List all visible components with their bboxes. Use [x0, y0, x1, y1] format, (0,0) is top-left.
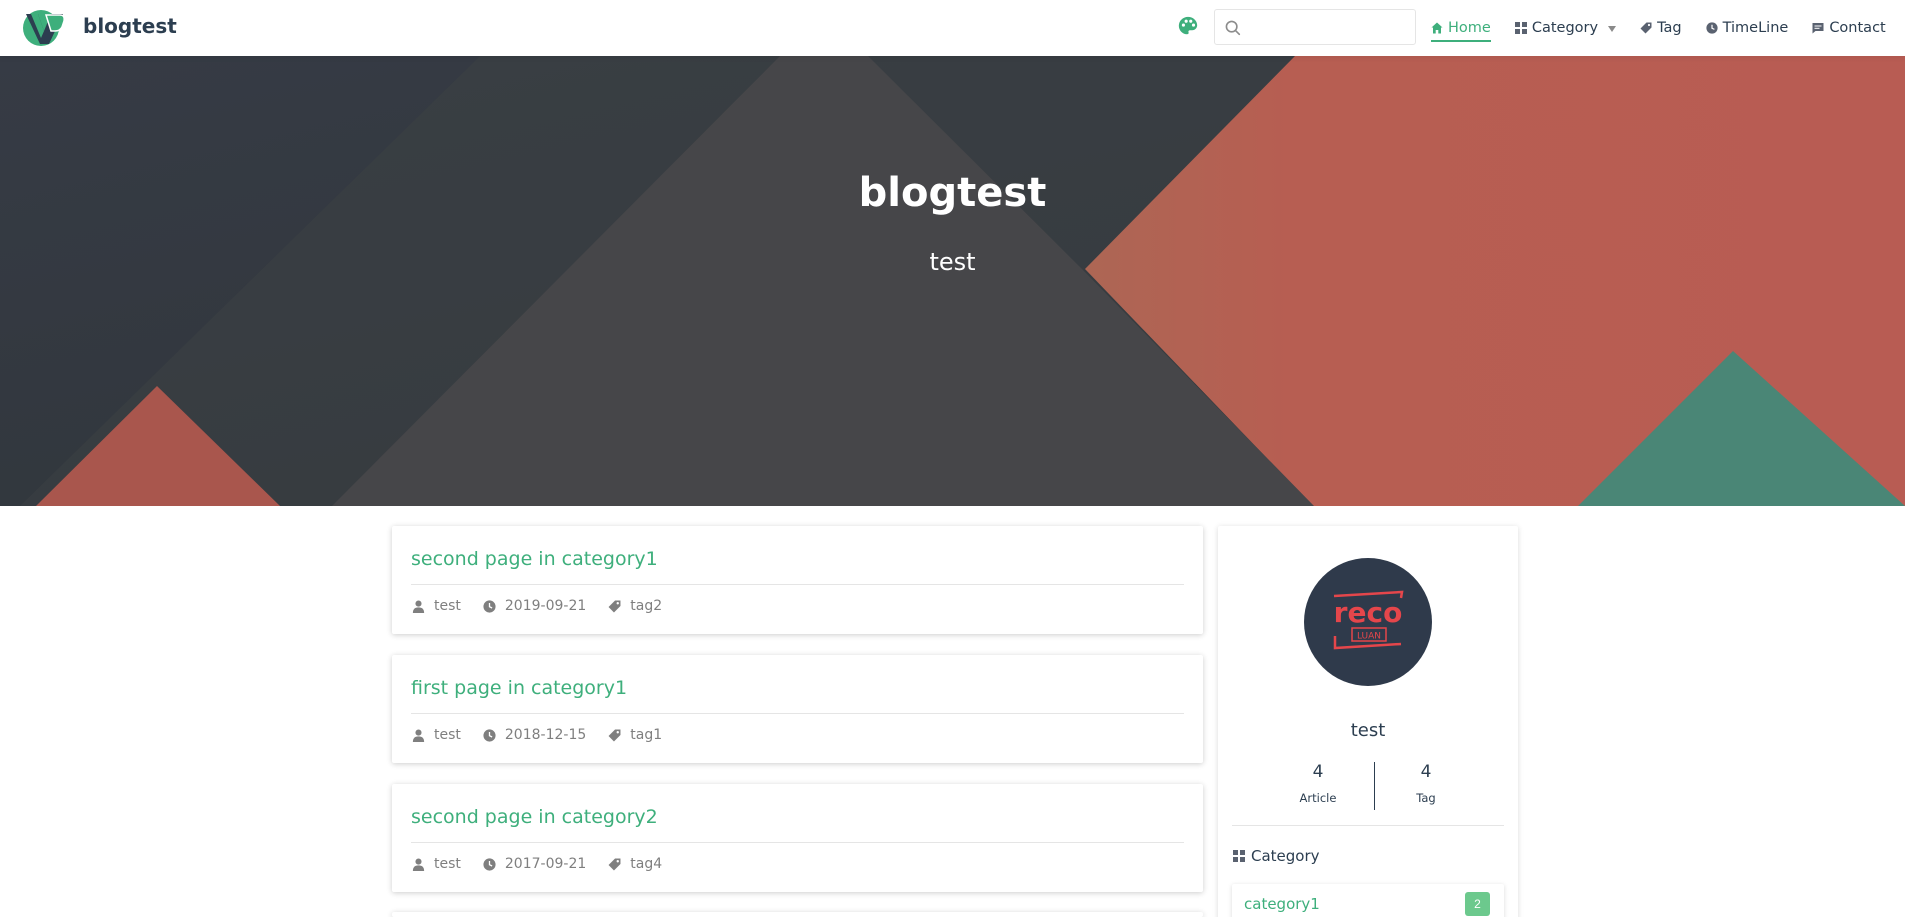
info-divider [1232, 825, 1504, 826]
hero-title: blogtest [858, 170, 1047, 216]
message-icon [1812, 23, 1824, 34]
post-card[interactable]: second page in category2 test 2017-09-21… [392, 784, 1203, 892]
nav-item-tag[interactable]: Tag [1640, 0, 1682, 56]
category-heading: Category [1233, 847, 1320, 865]
author-info-card: reco LUAN test 4 Article 4 Tag Category … [1218, 526, 1518, 917]
nav-item-label: Category [1531, 20, 1599, 36]
tag-icon [1640, 22, 1652, 34]
stat-divider [1374, 762, 1375, 810]
tag-icon [608, 729, 621, 741]
post-date: 2017-09-21 [504, 856, 587, 872]
search-input[interactable] [1249, 16, 1409, 38]
stat-article[interactable]: 4 Article [1278, 762, 1358, 805]
post-author: test [434, 598, 461, 614]
navbar: blogtest Home Category Tag TimeLine Cont… [0, 0, 1905, 56]
author-name: test [1350, 720, 1386, 741]
user-icon [412, 600, 425, 613]
avatar-sub-text: LUAN [1357, 632, 1381, 642]
category-name: category1 [1244, 895, 1320, 913]
nav-item-label: TimeLine [1722, 20, 1789, 36]
palette-icon[interactable] [1177, 15, 1199, 37]
category-heading-label: Category [1251, 847, 1320, 865]
search-icon [1225, 20, 1241, 36]
hero-subtitle: test [929, 248, 976, 276]
post-tag[interactable]: tag4 [630, 856, 662, 872]
post-meta: test 2019-09-21 tag2 [412, 598, 684, 614]
nav-item-contact[interactable]: Contact [1812, 0, 1886, 56]
avatar: reco LUAN [1304, 558, 1432, 686]
clock-icon [483, 599, 496, 613]
nav-links: Home Category Tag TimeLine Contact [1431, 0, 1886, 56]
post-date: 2019-09-21 [504, 598, 587, 614]
post-card[interactable] [392, 912, 1203, 917]
post-title[interactable]: second page in category2 [411, 806, 658, 828]
search-box[interactable] [1214, 9, 1416, 45]
post-tag[interactable]: tag2 [630, 598, 662, 614]
post-tag[interactable]: tag1 [630, 727, 662, 743]
chevron-down-icon [1608, 26, 1617, 32]
category-item[interactable]: category1 2 [1232, 884, 1504, 917]
user-icon [412, 729, 425, 742]
grid-icon [1233, 850, 1245, 862]
post-meta: test 2018-12-15 tag1 [412, 727, 684, 743]
stat-label: Article [1299, 791, 1337, 805]
post-title[interactable]: second page in category1 [411, 548, 658, 570]
stat-tag[interactable]: 4 Tag [1386, 762, 1466, 805]
post-divider [411, 713, 1184, 714]
post-meta: test 2017-09-21 tag4 [412, 856, 684, 872]
clock-icon [1706, 22, 1718, 34]
stat-label: Tag [1416, 791, 1436, 805]
clock-icon [483, 857, 496, 871]
post-card[interactable]: second page in category1 test 2019-09-21… [392, 526, 1203, 634]
hero-background [0, 56, 1905, 506]
post-divider [411, 842, 1184, 843]
nav-item-label: Tag [1657, 20, 1682, 36]
clock-icon [483, 728, 496, 742]
user-icon [412, 858, 425, 871]
avatar-main-text: reco [1334, 596, 1403, 629]
home-icon [1431, 22, 1443, 34]
post-author: test [434, 727, 461, 743]
category-count-badge: 2 [1465, 892, 1490, 916]
grid-icon [1514, 22, 1527, 34]
nav-item-category[interactable]: Category [1514, 0, 1617, 56]
post-card[interactable]: first page in category1 test 2018-12-15 … [392, 655, 1203, 763]
nav-item-home[interactable]: Home [1431, 0, 1491, 56]
nav-item-timeline[interactable]: TimeLine [1706, 0, 1789, 56]
avatar-logo-icon: reco LUAN [1334, 590, 1404, 650]
post-author: test [434, 856, 461, 872]
tag-icon [608, 600, 621, 612]
nav-item-label: Home [1448, 20, 1491, 36]
hero-banner: blogtest test [0, 56, 1905, 506]
stat-number: 4 [1420, 762, 1432, 782]
nav-item-label: Contact [1829, 20, 1886, 36]
post-title[interactable]: first page in category1 [411, 677, 627, 699]
stat-number: 4 [1312, 762, 1324, 782]
post-divider [411, 584, 1184, 585]
tag-icon [608, 858, 621, 870]
post-date: 2018-12-15 [504, 727, 587, 743]
site-name[interactable]: blogtest [83, 14, 177, 38]
logo-icon[interactable] [22, 9, 66, 47]
